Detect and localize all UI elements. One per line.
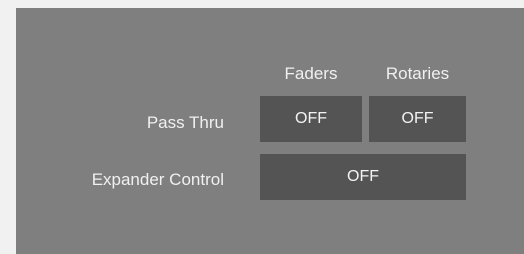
rotaries-column-header: Rotaries: [385, 64, 450, 83]
pass-thru-label: Pass Thru: [146, 113, 224, 132]
pass-thru-faders-toggle[interactable]: OFF: [260, 96, 362, 142]
expander-control-toggle[interactable]: OFF: [260, 154, 466, 200]
faders-column-header: Faders: [284, 64, 338, 83]
pass-thru-rotaries-toggle[interactable]: OFF: [369, 96, 466, 142]
expander-control-label: Expander Control: [91, 170, 224, 189]
